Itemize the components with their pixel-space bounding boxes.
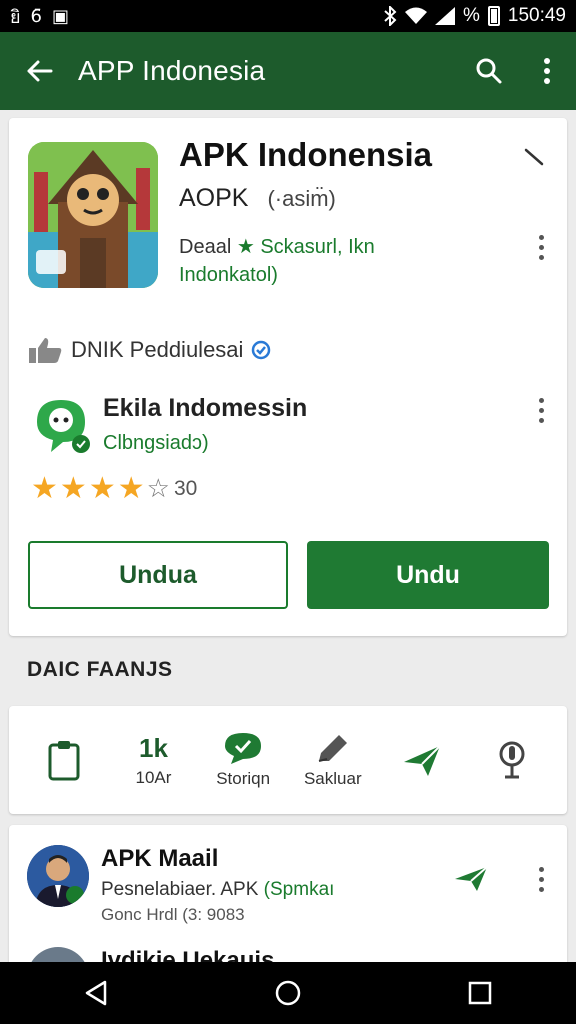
app-subtitle-paren: (·asim̈) [267,186,336,211]
list-item-meta: Gonc Hrdl (3: 9083 [101,905,245,924]
battery-icon [487,6,500,26]
chat-label: Storiqn [216,769,271,788]
app-subtitle-main: AOPK [179,184,249,212]
list-item-subtitle: Pesnelabiaer. APK (Spmkaı [101,879,334,901]
app-logo-icon [28,142,158,288]
signal-alt-icon: ยิ [10,6,21,28]
app-bar: APP Indonesia [0,32,576,110]
share-cell[interactable] [392,742,452,778]
star-filled-icon: ★ [117,471,145,506]
recommendation-text: DNIK Peddiulesai [71,337,244,362]
send-icon [455,866,488,891]
star-filled-icon: ★ [31,471,58,506]
battery-percent: % [462,5,480,26]
app-list-card: APK Maail Pesnelabiaer. APK (Spmkaı Gonc… [9,825,567,975]
more-vert-icon [544,58,550,84]
nav-home-button[interactable] [258,962,318,1024]
downloads-count-cell: 1k 10Ar [123,733,183,788]
rating-stars: ★ ★ ★ ★ ☆ 30 [31,474,197,504]
clipboard-cell[interactable] [34,739,94,781]
nav-back-button[interactable] [66,962,126,1024]
clipboard-icon [48,741,80,781]
collapse-arrow-icon [524,148,544,166]
thumbs-up-icon [29,338,62,363]
bluetooth-icon [384,6,397,26]
list-item[interactable]: APK Maail Pesnelabiaer. APK (Spmkaı Gonc… [9,839,567,929]
chat-app-icon [33,396,91,456]
downloads-count: 1k [139,732,168,763]
app-subtitle: AOPK (·asim̈) [179,184,336,213]
circle-home-icon [275,980,301,1006]
section-heading: DAIC FAANJS [27,658,173,681]
developer-link[interactable]: ★ Sckasurl, Ikn [237,236,375,258]
chat-bubble-icon [225,733,262,764]
mic-cell[interactable] [482,740,542,780]
sub-app-title: Ekila Indomessin [103,394,308,422]
triangle-back-icon [85,980,107,1006]
app-detail-card: APK Indonensia AOPK (·asim̈) Deaal ★ Sck… [9,118,567,636]
wifi-icon [404,7,427,24]
search-icon [476,58,502,84]
list-item-title: APK Maail [101,845,219,872]
collapse-button[interactable] [523,146,545,173]
list-item-subtitle-highlight: (Spmkaı [263,879,335,900]
recommendation-row: DNIK Peddiulesai [27,336,271,364]
list-item-subtitle-prefix: Pesnelabiaer. APK [101,879,259,900]
square-recents-icon [468,981,492,1005]
star-filled-icon: ★ [88,471,116,506]
cell-signal-icon [434,7,455,25]
developer-line-2[interactable]: Indonkatol) [179,264,278,287]
search-button[interactable] [460,32,518,110]
developer-prefix: Deaal [179,236,232,258]
sim-icon: 6̄ [30,5,42,27]
nav-recents-button[interactable] [450,962,510,1024]
sub-app-category[interactable]: Clbngsiadɔ) [103,432,209,455]
app-title: APK Indonensia [179,136,433,173]
edit-label: Sakluar [303,769,362,788]
chat-cell[interactable]: Storiqn [213,731,273,789]
status-bar: ยิ 6̄ ▣ % 150:49 [0,0,576,32]
overflow-menu-button[interactable] [518,32,576,110]
arrow-back-icon [27,60,53,82]
feature-icons-card: 1k 10Ar Storiqn Sakluar [9,706,567,814]
pencil-icon [318,735,347,762]
list-item-more-button[interactable] [531,867,551,892]
star-filled-icon: ★ [59,471,87,506]
secondary-download-button[interactable]: Undua [28,541,288,609]
sub-app-more-button[interactable] [531,398,551,423]
microphone-icon [499,741,525,779]
edit-cell[interactable]: Sakluar [303,731,363,789]
downloads-label: 10Ar [135,767,172,787]
list-item-share-button[interactable] [453,863,489,898]
rating-count: 30 [173,477,198,500]
developer-line: Deaal ★ Sckasurl, Ikn [179,234,375,259]
star-empty-icon: ☆ [146,474,170,504]
back-button[interactable] [0,32,78,110]
image-icon: ▣ [52,5,70,27]
avatar [27,845,89,907]
clock: 150:49 [507,5,566,26]
system-nav-bar [0,962,576,1024]
send-icon [404,745,442,776]
app-bar-title: APP Indonesia [78,55,266,86]
primary-download-button[interactable]: Undu [307,541,549,609]
verified-icon [252,340,271,360]
app-more-button[interactable] [531,235,551,260]
